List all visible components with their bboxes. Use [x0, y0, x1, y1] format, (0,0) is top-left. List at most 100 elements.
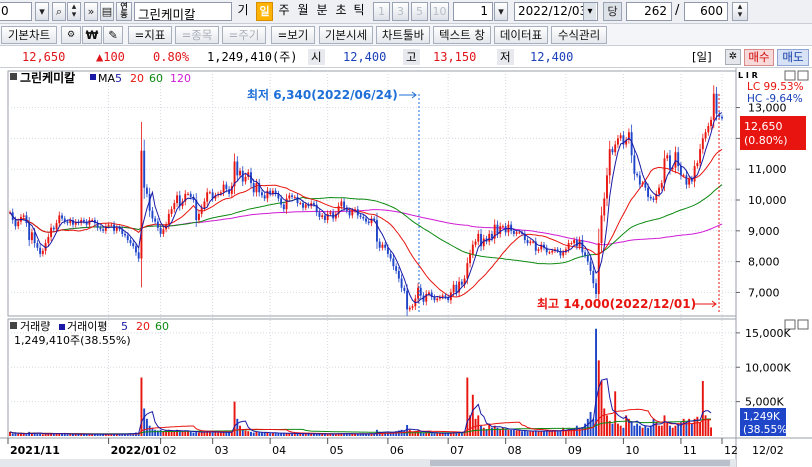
volume-bar [345, 433, 348, 436]
candle-body [710, 119, 713, 127]
candle-body [343, 201, 346, 208]
ma20-legend: 20 [130, 72, 144, 85]
basic-quote-button[interactable]: 기본시세 [319, 26, 373, 44]
candle-body [441, 295, 444, 298]
volume-maximize-icon[interactable] [797, 319, 809, 330]
period-minute-button[interactable]: 분 [314, 2, 330, 21]
code-dropdown-button[interactable]: ▾ [35, 2, 49, 21]
buy-button[interactable]: 매수 [744, 49, 774, 66]
volume-bar [192, 432, 195, 436]
indicator-icon[interactable]: ⚙ [61, 26, 81, 44]
stepper-icon[interactable]: ▴ ▾ [67, 2, 81, 21]
candle-body [715, 93, 718, 114]
candle-body [417, 287, 419, 299]
period-tick-button[interactable]: 틱 [351, 2, 367, 21]
candle-body [244, 176, 247, 182]
axis-flags: L I R [738, 71, 758, 80]
candle-body [474, 241, 477, 245]
stock-name-field[interactable]: 그린케미칼 [134, 2, 232, 22]
candle-body [33, 232, 36, 244]
candle-body [395, 266, 398, 271]
candle-body [444, 295, 447, 298]
period-gi[interactable]: 기 [234, 2, 252, 21]
search-icon[interactable]: ⌕ [52, 2, 66, 21]
next-stock-icon[interactable]: » [84, 2, 98, 21]
candle-body [110, 224, 113, 226]
candle-body [140, 150, 143, 259]
settings-gear-icon[interactable]: ✲ [725, 49, 741, 65]
count-dropdown-icon[interactable]: ▾ [494, 2, 508, 21]
candle-body [721, 116, 723, 119]
candle-body [712, 93, 715, 120]
candle-body [460, 281, 463, 285]
basic-chart-button[interactable]: 기본차트 [1, 26, 57, 44]
stock-code-input[interactable]: 0 [0, 2, 32, 21]
stock-chart[interactable]: 최저 6,340(2022/06/24) 최고 14,000(2022/12/0… [0, 68, 812, 467]
period-day-button[interactable]: 일 [256, 2, 273, 21]
cycle-button[interactable]: =주기 [222, 26, 266, 44]
interval-1-button[interactable]: 1 [373, 2, 390, 21]
total-count-input[interactable]: 600 [684, 2, 728, 21]
candle-body [367, 221, 370, 224]
volume-bar [244, 430, 247, 436]
volume-bar [515, 430, 518, 436]
date-tick-label: 2021/11 [10, 444, 60, 457]
volume-bar [154, 429, 157, 436]
maximize-icon[interactable] [797, 70, 809, 81]
volume-bar [710, 427, 713, 436]
won-icon[interactable]: ₩ [82, 26, 102, 44]
restore-icon[interactable] [784, 70, 796, 81]
dang-button[interactable]: 당 [603, 2, 622, 21]
candle-body [573, 240, 576, 244]
volume-bar [69, 434, 72, 436]
candle-body [151, 210, 154, 219]
data-table-button[interactable]: 데이터표 [494, 26, 548, 44]
interval-3-button[interactable]: 3 [392, 2, 409, 21]
candle-body [222, 184, 225, 193]
interval-10-button[interactable]: 10 [430, 2, 449, 21]
candle-body [137, 252, 140, 259]
candle-body [197, 213, 200, 221]
count-input[interactable]: 1 [453, 2, 493, 21]
volume-bar [200, 432, 203, 436]
candle-body [143, 150, 146, 188]
candle-body [411, 306, 414, 308]
stock-code-value: 0 [1, 4, 9, 18]
stock-button[interactable]: =종목 [175, 26, 219, 44]
sell-button[interactable]: 매도 [777, 49, 809, 66]
scrollbar-thumb[interactable] [430, 460, 730, 466]
volume-bar [274, 433, 277, 436]
formula-manager-button[interactable]: 수식관리 [551, 26, 607, 44]
date-tick-label: 04 [272, 444, 286, 457]
text-window-button[interactable]: 텍스트 창 [433, 26, 491, 44]
candle-body [389, 253, 392, 259]
volume-bar [430, 433, 433, 436]
related-stock-icon[interactable]: 연동 [116, 2, 132, 21]
date-dropdown-icon[interactable]: ▾ [583, 3, 596, 20]
volume-panel-handle-icon[interactable] [10, 322, 17, 329]
candle-body [145, 187, 148, 194]
count-stepper-icon[interactable]: ▴ ▾ [732, 2, 748, 21]
period-week-button[interactable]: 주 [276, 2, 292, 21]
interval-5-button[interactable]: 5 [411, 2, 428, 21]
volume-bar [252, 432, 255, 436]
volume-bar [638, 425, 641, 436]
tool-icon[interactable]: ✎ [103, 26, 123, 44]
date-picker[interactable]: 2022/12/03 ▾ [514, 2, 598, 21]
view-button[interactable]: =보기 [271, 26, 315, 44]
memo-icon[interactable]: ▤ [100, 2, 114, 21]
volume-bar [159, 429, 162, 436]
period-month-button[interactable]: 월 [295, 2, 311, 21]
view-count-input[interactable]: 262 [626, 2, 672, 21]
volume-bar [482, 427, 485, 436]
candle-body [603, 198, 606, 216]
period-second-button[interactable]: 초 [333, 2, 349, 21]
candle-body [466, 263, 469, 279]
indicator-button[interactable]: =지표 [128, 26, 172, 44]
candle-body [581, 240, 584, 253]
chart-toolbar-button[interactable]: 차트툴바 [376, 26, 430, 44]
count-value: 1 [480, 4, 488, 18]
volume-bar [562, 427, 565, 436]
candle-body [239, 170, 241, 176]
panel-handle-icon[interactable] [10, 73, 17, 80]
